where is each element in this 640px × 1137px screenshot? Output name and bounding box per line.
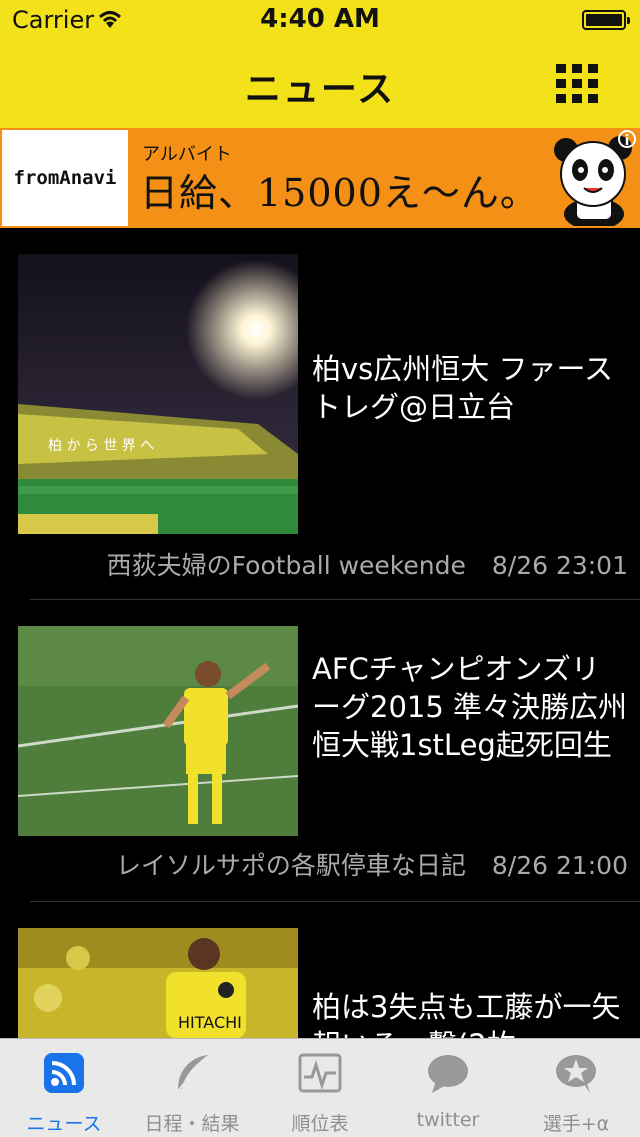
feather-icon [175,1055,208,1094]
svg-text:HITACHI: HITACHI [178,1013,242,1032]
ad-headline: 日給、15000え〜ん。 [140,171,539,215]
news-date: 8/26 23:01 [491,551,628,580]
news-item[interactable]: 柏 か ら 世 界 へ 柏vs広州恒大 ファーストレグ@日立台 西荻夫婦のFoo… [0,228,640,600]
speech-bubble-icon [428,1055,468,1093]
news-title: 柏vs広州恒大 ファーストレグ@日立台 [312,352,614,424]
rss-icon [44,1053,84,1093]
news-source: 西荻夫婦のFootball weekende [106,551,466,580]
tab-news[interactable]: ニュース [0,1039,128,1137]
news-title: AFCチャンピオンズリーグ2015 準々決勝広州恒大戦1stLeg起死回生 [312,652,628,762]
news-thumbnail: HITACHI [18,928,298,1038]
tab-label: ニュース [26,1113,102,1135]
ad-info-icon[interactable]: i [618,130,636,149]
ad-logo: fromAnavi [2,130,128,226]
news-thumbnail [18,626,298,836]
status-time: 4:40 AM [260,4,380,34]
tab-label: 選手+α [542,1113,610,1135]
header: Carrier 4:40 AM ニュース [0,0,640,128]
tab-label: twitter [416,1109,480,1131]
tab-players[interactable]: 選手+α [512,1039,640,1137]
news-item[interactable]: HITACHI 柏は3失点も工藤が一矢報いる一撃(2枚 [0,902,640,1038]
player-photo: HITACHI [18,928,298,1038]
news-source: レイソルサポの各駅停車な日記 [115,851,466,880]
news-meta: レイソルサポの各駅停車な日記 8/26 21:00 [116,846,628,882]
svg-text:柏 か ら 世 界 へ: 柏 か ら 世 界 へ [48,438,154,454]
news-meta: 西荻夫婦のFootball weekende 8/26 23:01 [107,546,628,582]
news-thumbnail: 柏 か ら 世 界 へ [18,254,298,534]
tab-label: 順位表 [291,1113,349,1135]
battery-icon [582,10,630,30]
tab-standings[interactable]: 順位表 [256,1039,384,1137]
stadium-photo: 柏 か ら 世 界 へ [18,254,298,534]
tab-twitter[interactable]: twitter [384,1039,512,1137]
tab-schedule[interactable]: 日程・結果 [128,1039,256,1137]
grid-icon[interactable] [556,64,598,104]
news-title: 柏は3失点も工藤が一矢報いる一撃(2枚 [312,990,621,1038]
player-photo [18,626,298,836]
news-date: 8/26 21:00 [491,851,628,880]
status-bar: Carrier 4:40 AM [0,0,640,40]
star-bubble-icon [556,1055,596,1093]
page-title: ニュース [244,69,396,110]
tab-label: 日程・結果 [144,1113,240,1135]
tab-bar: ニュース 日程・結果 順位表 twitter 選手+α [0,1038,640,1137]
chart-monitor-icon [298,1053,342,1093]
news-item[interactable]: AFCチャンピオンズリーグ2015 準々決勝広州恒大戦1stLeg起死回生 レイ… [0,600,640,902]
